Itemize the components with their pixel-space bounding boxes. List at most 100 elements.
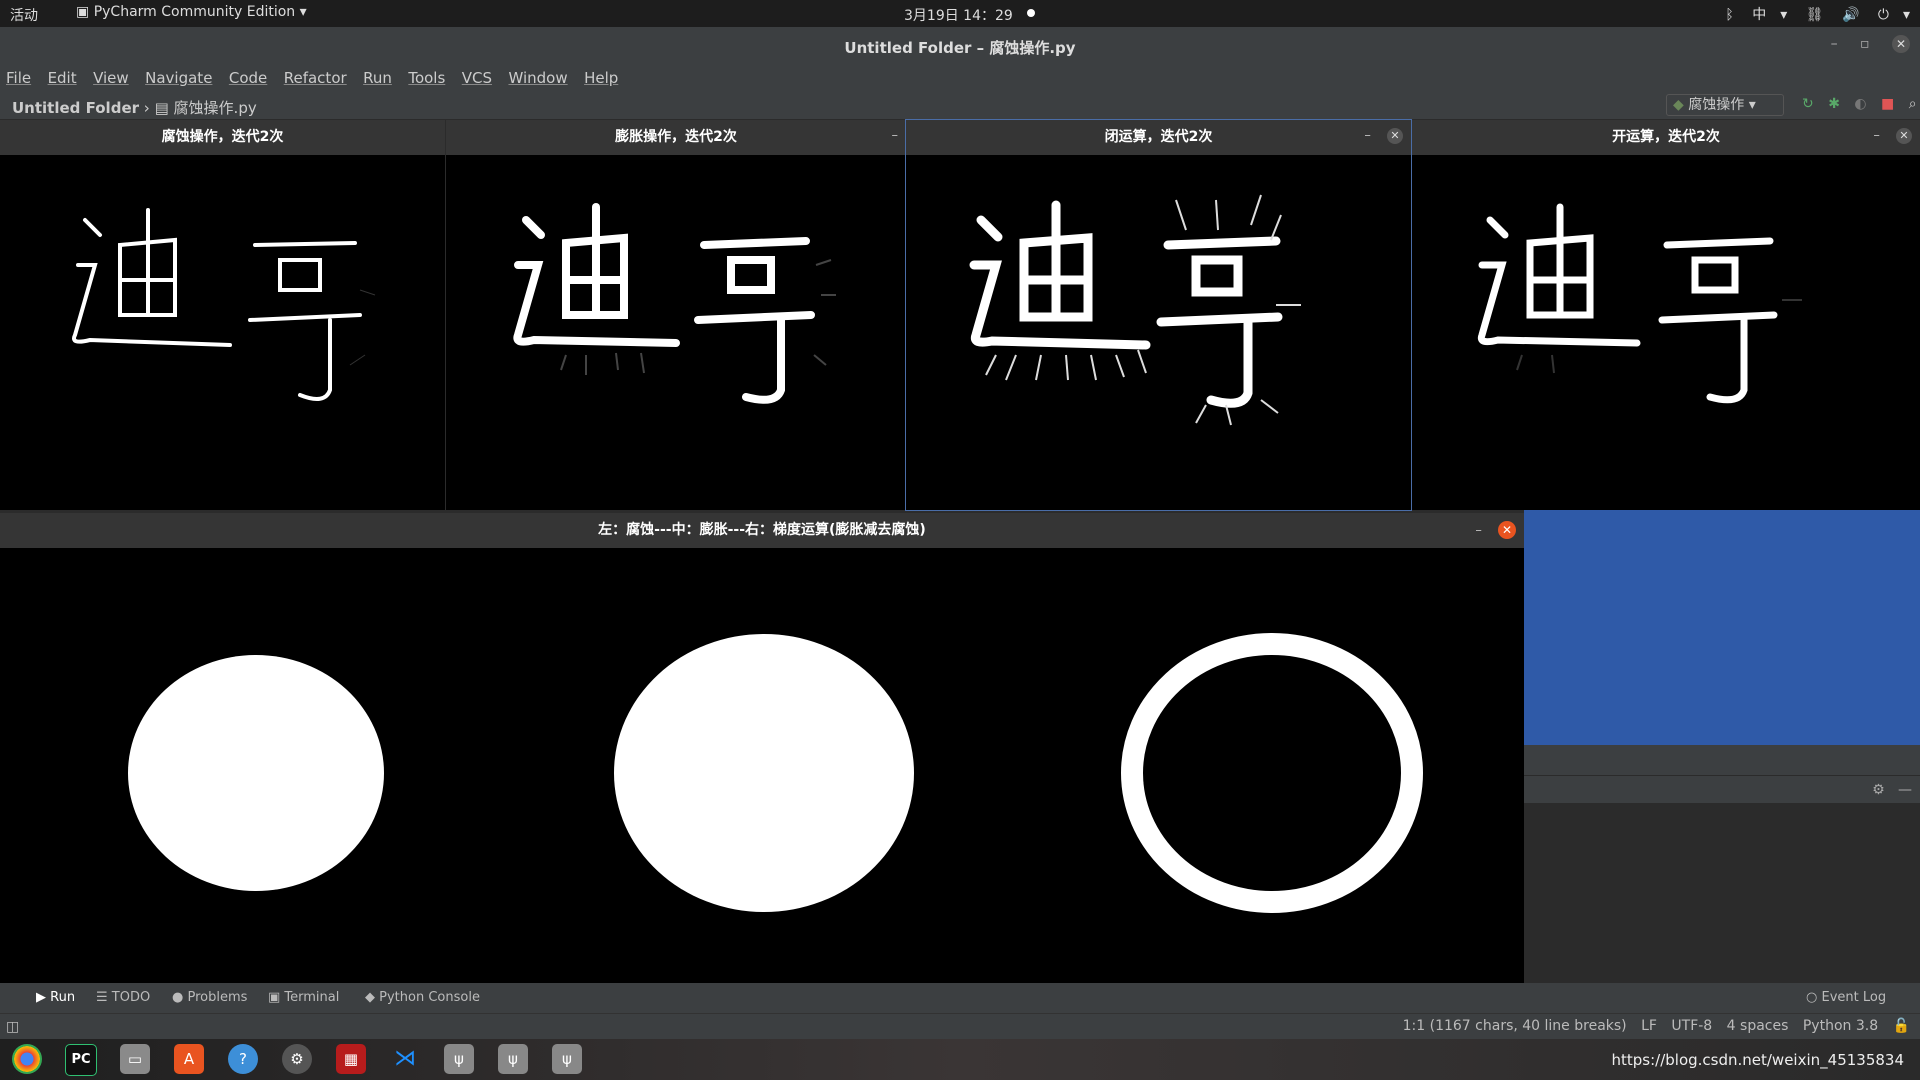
close-icon[interactable]: ✕: [1896, 128, 1912, 144]
tab-label: Python Console: [379, 990, 480, 1005]
usb-drive-icon[interactable]: ψ: [552, 1044, 582, 1074]
line-separator[interactable]: LF: [1641, 1018, 1657, 1034]
info-icon: ●: [172, 990, 188, 1005]
close-icon[interactable]: ✕: [1498, 521, 1516, 539]
network-icon[interactable]: ⛓: [1806, 7, 1824, 23]
dilated-circle: [614, 634, 914, 912]
coverage-icon[interactable]: ◐: [1854, 96, 1866, 112]
window-controls: – ✕: [1861, 128, 1912, 144]
navigation-bar: Untitled Folder › ▤ 腐蚀操作.py ◆ 腐蚀操作 ▾ ↻ ✱…: [0, 91, 1920, 120]
image-canvas: [0, 155, 445, 510]
minimize-icon[interactable]: –: [1831, 36, 1838, 52]
clock[interactable]: 3月19日 14：29: [904, 5, 1013, 25]
menu-code[interactable]: Code: [229, 65, 267, 87]
gear-icon[interactable]: ⚙: [1872, 782, 1885, 798]
tab-event-log[interactable]: ○ Event Log: [1806, 990, 1886, 1005]
stop-icon[interactable]: ■: [1881, 96, 1894, 112]
bluetooth-icon[interactable]: ᛒ: [1725, 7, 1733, 23]
usb-drive-icon[interactable]: ψ: [498, 1044, 528, 1074]
menu-window[interactable]: Window: [508, 65, 567, 87]
pycharm-app-icon: ▣: [76, 4, 90, 20]
input-method[interactable]: 中: [1752, 7, 1766, 23]
rerun-icon[interactable]: ↻: [1802, 96, 1814, 112]
notification-dot: [1027, 9, 1035, 17]
software-center-icon[interactable]: A: [174, 1044, 204, 1074]
image-window-title[interactable]: 开运算，迭代2次: [1412, 120, 1920, 155]
power-icon[interactable]: ⏻: [1878, 7, 1889, 23]
menu-help[interactable]: Help: [584, 65, 618, 87]
menu-file[interactable]: File: [6, 65, 31, 87]
run-configuration-select[interactable]: ◆ 腐蚀操作 ▾: [1666, 94, 1784, 116]
tab-todo[interactable]: ☰ TODO: [96, 990, 150, 1005]
files-icon[interactable]: ▭: [120, 1044, 150, 1074]
image-window-closing: 闭运算，迭代2次 – ✕: [905, 119, 1412, 511]
image-window-title[interactable]: 膨胀操作，迭代2次: [446, 120, 906, 155]
tab-problems[interactable]: ● Problems: [172, 990, 247, 1005]
tab-label: Run: [50, 990, 76, 1005]
close-icon[interactable]: ✕: [1892, 35, 1910, 53]
circles-image: [128, 633, 1423, 913]
menu-navigate[interactable]: Navigate: [145, 65, 212, 87]
search-icon: ○: [1806, 990, 1822, 1005]
tool-window-bar: ▶ Run ☰ TODO ● Problems ▣ Terminal ◆ Pyt…: [0, 983, 1920, 1013]
dock: PC ▭ A ? ⚙ ▦ ⋊ ψ ψ ψ https://blog.csdn.n…: [0, 1039, 1920, 1080]
indent-setting[interactable]: 4 spaces: [1727, 1018, 1789, 1034]
menu-tools[interactable]: Tools: [408, 65, 445, 87]
pycharm-icon[interactable]: PC: [65, 1044, 97, 1076]
run-toolbar: ↻ ✱ ◐ ■ ⌕: [1792, 96, 1917, 112]
minimize-icon[interactable]: –: [1475, 523, 1482, 538]
image-canvas: [906, 155, 1411, 510]
tab-label: Terminal: [284, 990, 340, 1005]
image-window-title[interactable]: 腐蚀操作，迭代2次: [0, 120, 445, 155]
python-interpreter[interactable]: Python 3.8: [1803, 1018, 1878, 1034]
caret-position[interactable]: 1:1 (1167 chars, 40 line breaks): [1403, 1018, 1627, 1034]
minimize-icon[interactable]: –: [1364, 128, 1371, 143]
settings-icon[interactable]: ⚙: [282, 1044, 312, 1074]
minimize-icon[interactable]: –: [892, 128, 899, 143]
python-icon: ◆: [365, 990, 380, 1005]
chevron-down-icon: ▾: [1780, 7, 1788, 23]
tab-terminal[interactable]: ▣ Terminal: [268, 990, 339, 1005]
tab-label: TODO: [111, 990, 151, 1005]
breadcrumb-file[interactable]: 腐蚀操作.py: [174, 99, 257, 117]
system-tray[interactable]: ᛒ 中 ▾ ⛓ 🔊 ⏻ ▾: [1711, 4, 1910, 24]
help-icon[interactable]: ?: [228, 1044, 258, 1074]
handwritten-characters-image: [1477, 203, 1802, 404]
chevron-down-icon: ▾: [299, 4, 307, 20]
minimize-icon[interactable]: –: [1873, 128, 1880, 143]
menu-view[interactable]: View: [93, 65, 129, 87]
activities-button[interactable]: 活动: [10, 5, 38, 25]
toggle-tool-windows-icon[interactable]: ◫: [6, 1019, 19, 1035]
menu-refactor[interactable]: Refactor: [284, 65, 347, 87]
tab-run[interactable]: ▶ Run: [36, 990, 75, 1005]
app-menu[interactable]: ▣ PyCharm Community Edition ▾: [76, 4, 307, 20]
volume-icon[interactable]: 🔊: [1842, 7, 1859, 23]
system-top-bar: 活动 ▣ PyCharm Community Edition ▾ 3月19日 1…: [0, 0, 1920, 27]
image-window-title[interactable]: 闭运算，迭代2次: [906, 120, 1411, 155]
chrome-icon[interactable]: [12, 1044, 42, 1074]
handwritten-characters-image: [969, 194, 1301, 426]
maximize-icon[interactable]: ▫: [1860, 36, 1870, 52]
tab-label: Event Log: [1821, 990, 1887, 1005]
tab-label: Problems: [187, 990, 248, 1005]
screenshot-tool-icon[interactable]: ▦: [336, 1044, 366, 1074]
status-info: 1:1 (1167 chars, 40 line breaks) LF UTF-…: [1393, 1018, 1910, 1034]
usb-drive-icon[interactable]: ψ: [444, 1044, 474, 1074]
search-icon[interactable]: ⌕: [1909, 96, 1917, 112]
lock-icon[interactable]: 🔓: [1893, 1018, 1910, 1034]
tab-python-console[interactable]: ◆ Python Console: [365, 990, 480, 1005]
image-canvas: [1412, 155, 1920, 510]
image-window-dilation: 膨胀操作，迭代2次 –: [446, 120, 906, 510]
vscode-icon[interactable]: ⋊: [390, 1044, 420, 1074]
image-window-title[interactable]: 左：腐蚀---中：膨胀---右：梯度运算(膨胀减去腐蚀): [0, 513, 1524, 548]
window-controls: – ✕: [1352, 128, 1403, 144]
close-icon[interactable]: ✕: [1387, 128, 1403, 144]
menu-run[interactable]: Run: [363, 65, 392, 87]
menu-edit[interactable]: Edit: [48, 65, 77, 87]
breadcrumb-project[interactable]: Untitled Folder: [12, 99, 139, 117]
debug-icon[interactable]: ✱: [1828, 96, 1840, 112]
hide-icon[interactable]: —: [1898, 782, 1912, 798]
python-file-icon: ◆: [1673, 97, 1684, 113]
file-encoding[interactable]: UTF-8: [1671, 1018, 1712, 1034]
menu-vcs[interactable]: VCS: [462, 65, 492, 87]
